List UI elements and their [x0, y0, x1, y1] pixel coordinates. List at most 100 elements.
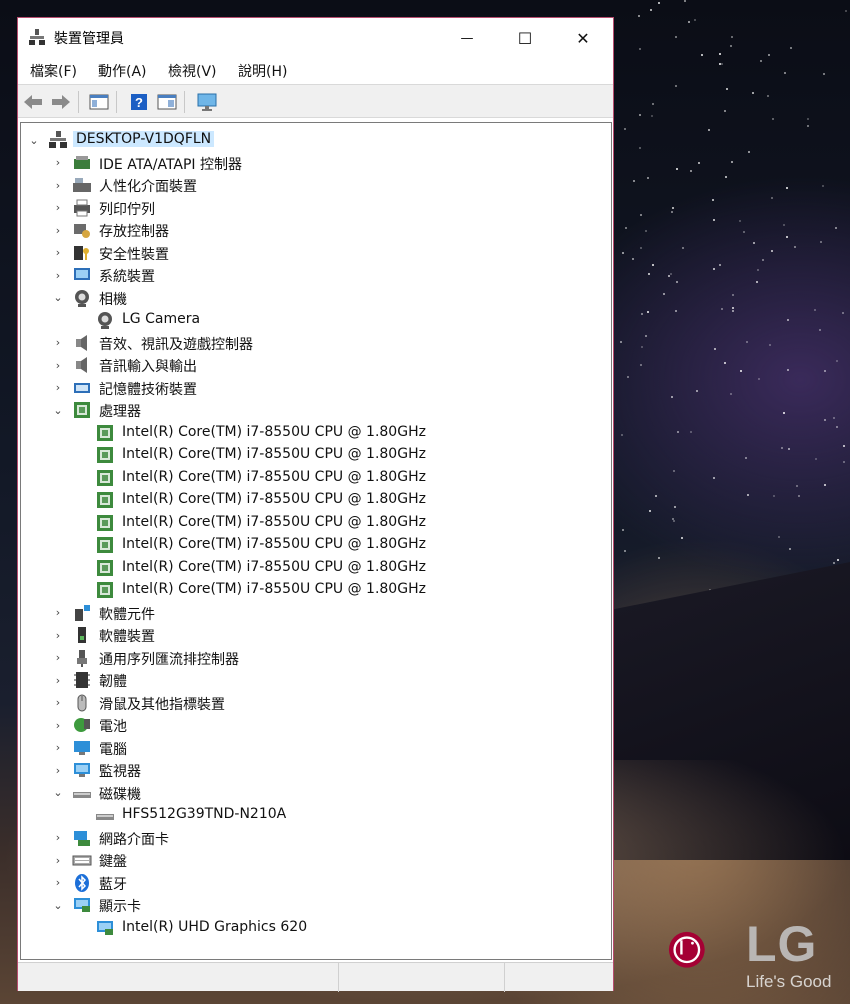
processor-icon: [97, 447, 113, 463]
maximize-button[interactable]: ☐: [496, 18, 554, 58]
action-pane-icon[interactable]: [156, 91, 178, 113]
minimize-button[interactable]: —: [438, 18, 496, 58]
star: [783, 223, 786, 226]
chevron-right-icon[interactable]: ›: [52, 651, 64, 664]
tree-item-label: IDE ATA/ATAPI 控制器: [99, 156, 243, 173]
star: [771, 196, 774, 199]
memory-icon: [74, 382, 90, 393]
star: [674, 310, 677, 313]
chevron-right-icon[interactable]: ›: [52, 876, 64, 889]
star: [680, 536, 683, 539]
computer-icon: [74, 740, 90, 755]
star: [621, 529, 624, 532]
chevron-right-icon[interactable]: ›: [52, 224, 64, 237]
star: [688, 20, 691, 23]
software-component-icon: [75, 604, 90, 621]
device-tree[interactable]: ⌄ DESKTOP-V1DQFLN › IDE ATA/ATAPI 控制器 › 人性化…: [20, 122, 612, 960]
menu-file[interactable]: 檔案(F): [30, 61, 77, 81]
close-icon: ✕: [576, 28, 590, 48]
star: [793, 246, 796, 249]
star: [647, 273, 650, 276]
system-device-icon: [74, 268, 90, 280]
close-button[interactable]: ✕: [554, 18, 612, 58]
computer-icon: [49, 131, 67, 148]
processor-icon: [97, 424, 113, 441]
security-device-icon: [74, 245, 89, 260]
camera-icon: [75, 289, 89, 307]
tree-item-label: 音效、視訊及遊戲控制器: [99, 336, 253, 353]
chevron-right-icon[interactable]: ›: [52, 854, 64, 867]
star: [672, 470, 675, 473]
chevron-down-icon[interactable]: ⌄: [52, 404, 64, 417]
properties-icon[interactable]: [88, 91, 110, 113]
forward-icon[interactable]: [50, 91, 72, 113]
star: [671, 395, 673, 398]
tree-item-label: 電腦: [99, 741, 127, 758]
tree-item-label: Intel(R) Core(TM) i7-8550U CPU @ 1.80GHz: [122, 423, 426, 440]
network-adapter-icon: [74, 830, 90, 846]
chevron-right-icon[interactable]: ›: [52, 381, 64, 394]
star: [755, 281, 758, 284]
star: [834, 227, 837, 230]
chevron-right-icon[interactable]: ›: [52, 696, 64, 709]
menu-view[interactable]: 檢視(V): [168, 61, 217, 81]
star: [758, 378, 761, 381]
chevron-down-icon[interactable]: ⌄: [28, 134, 40, 147]
chevron-right-icon[interactable]: ›: [52, 674, 64, 687]
star: [782, 411, 785, 414]
star: [672, 517, 675, 520]
star: [640, 363, 643, 366]
keyboard-icon: [72, 855, 92, 866]
monitor-icon[interactable]: [196, 91, 218, 113]
star: [797, 495, 800, 498]
help-icon[interactable]: ?: [128, 91, 150, 113]
star: [695, 389, 698, 392]
star: [786, 236, 789, 239]
chevron-right-icon[interactable]: ›: [52, 606, 64, 619]
title-bar[interactable]: 裝置管理員 — ☐ ✕: [18, 18, 613, 58]
chevron-right-icon[interactable]: ›: [52, 629, 64, 642]
minimize-icon: —: [460, 30, 474, 46]
menu-help[interactable]: 說明(H): [238, 61, 287, 81]
star: [748, 150, 751, 153]
tree-item-label: 軟體裝置: [99, 629, 155, 645]
svg-text:?: ?: [135, 95, 143, 110]
chevron-right-icon[interactable]: ›: [52, 179, 64, 192]
chevron-right-icon[interactable]: ›: [52, 246, 64, 259]
star: [806, 118, 809, 121]
chevron-right-icon[interactable]: ›: [52, 336, 64, 349]
chevron-right-icon[interactable]: ›: [52, 831, 64, 844]
chevron-right-icon[interactable]: ›: [52, 201, 64, 214]
chevron-down-icon[interactable]: ⌄: [52, 899, 64, 912]
star: [815, 458, 818, 461]
status-segment: [504, 963, 614, 992]
star: [689, 169, 692, 172]
star: [790, 46, 793, 49]
back-icon[interactable]: [22, 91, 44, 113]
chevron-right-icon[interactable]: ›: [52, 269, 64, 282]
star: [626, 375, 629, 378]
star: [724, 109, 727, 112]
tree-item-label: 藍牙: [99, 876, 127, 893]
star: [650, 115, 653, 118]
tree-root-label: DESKTOP-V1DQFLN: [73, 131, 215, 147]
star: [751, 92, 754, 95]
star: [773, 495, 776, 498]
menu-action[interactable]: 動作(A): [98, 61, 147, 81]
star: [835, 360, 838, 363]
star: [781, 447, 784, 450]
chevron-right-icon[interactable]: ›: [52, 764, 64, 777]
star: [752, 241, 755, 244]
chevron-down-icon[interactable]: ⌄: [52, 786, 64, 799]
chevron-down-icon[interactable]: ⌄: [52, 291, 64, 304]
lg-tagline: Life's Good: [746, 972, 832, 991]
processor-icon: [74, 402, 90, 418]
star: [788, 448, 791, 451]
tree-item-label: Intel(R) Core(TM) i7-8550U CPU @ 1.80GHz: [122, 513, 426, 530]
chevron-right-icon[interactable]: ›: [52, 719, 64, 732]
mouse-icon: [77, 694, 87, 711]
star: [822, 73, 825, 76]
chevron-right-icon[interactable]: ›: [52, 156, 64, 169]
chevron-right-icon[interactable]: ›: [52, 741, 64, 754]
chevron-right-icon[interactable]: ›: [52, 359, 64, 372]
